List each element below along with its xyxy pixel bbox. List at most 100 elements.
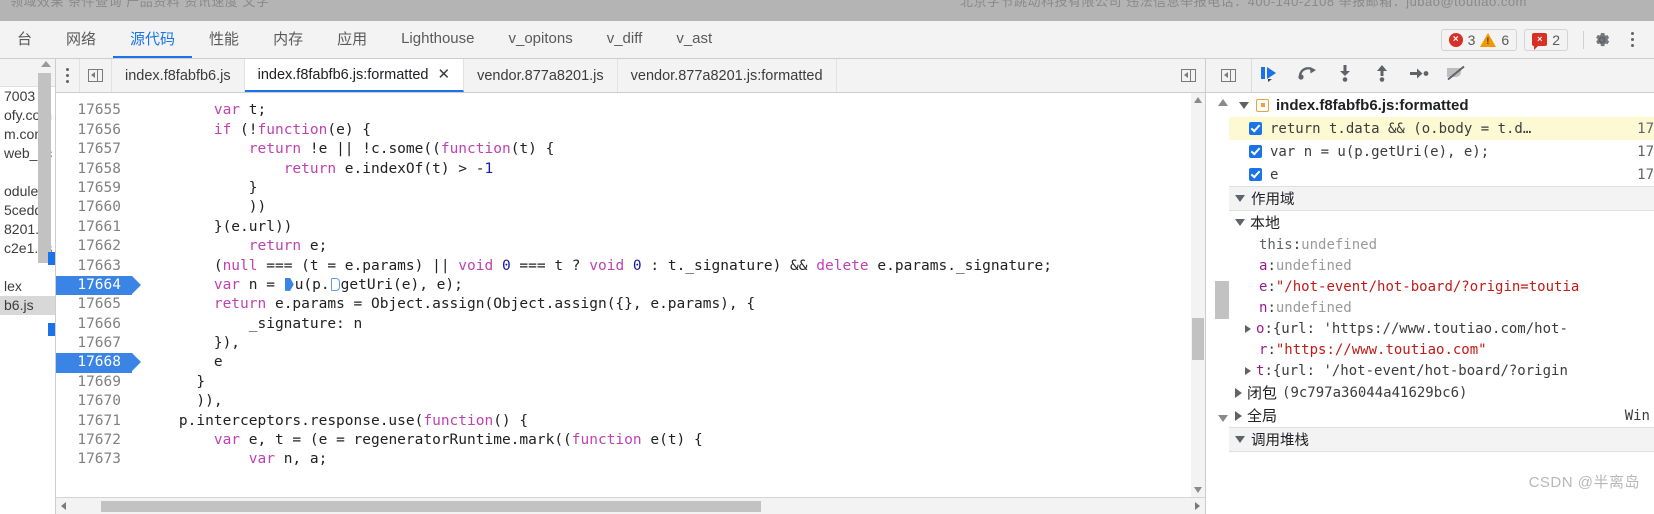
code-line[interactable]: 17655 var t; — [56, 101, 1205, 120]
scope-variable-row[interactable]: t: {url: '/hot-event/hot-board/?origin — [1229, 360, 1654, 381]
line-number[interactable]: 17657 — [56, 140, 132, 159]
breakpoint-checkbox[interactable] — [1249, 145, 1262, 158]
scope-local-row[interactable]: 本地 — [1229, 211, 1654, 234]
file-tabs-kebab-icon[interactable] — [56, 59, 80, 92]
chevron-down-icon[interactable] — [1235, 436, 1245, 443]
line-number[interactable]: 17660 — [56, 198, 132, 217]
navigator-item[interactable]: b6.js — [0, 296, 55, 315]
breakpoint-row[interactable]: var n = u(p.getUri(e), e); 17 — [1229, 140, 1654, 163]
line-number[interactable]: 17668 — [56, 353, 141, 373]
call-stack-section-header[interactable]: 调用堆栈 — [1229, 427, 1654, 452]
hscroll-thumb[interactable] — [101, 500, 761, 512]
breakpoint-file-row[interactable]: index.f8fabfb6.js:formatted — [1229, 93, 1654, 117]
scope-variable-row[interactable]: a: undefined — [1229, 255, 1654, 276]
line-number[interactable]: 17672 — [56, 431, 132, 450]
kebab-icon[interactable] — [1624, 32, 1640, 47]
line-number[interactable]: 17661 — [56, 218, 132, 237]
chevron-right-icon[interactable] — [1235, 387, 1242, 398]
code-line[interactable]: 17666 _signature: n — [56, 315, 1205, 334]
chevron-right-icon[interactable] — [1245, 324, 1251, 333]
editor-scroll-up-arrow[interactable] — [1194, 97, 1202, 103]
code-line[interactable]: 17673 var n, a; — [56, 450, 1205, 469]
issues-badge[interactable]: × 2 — [1524, 28, 1568, 51]
line-number[interactable]: 17666 — [56, 315, 132, 334]
step-into-button[interactable] — [1326, 59, 1363, 92]
code-line[interactable]: 17659 } — [56, 179, 1205, 198]
scope-closure-row[interactable]: 闭包 (9c797a36044a41629bc6) — [1229, 381, 1654, 404]
devtools-tab-8[interactable]: v_diff — [590, 21, 660, 58]
code-line[interactable]: 17669 } — [56, 373, 1205, 392]
hscroll-left-arrow[interactable] — [56, 502, 71, 510]
breakpoint-row[interactable]: e 17 — [1229, 163, 1654, 186]
devtools-tab-3[interactable]: 性能 — [192, 21, 256, 58]
devtools-tab-4[interactable]: 内存 — [256, 21, 320, 58]
line-number[interactable]: 17663 — [56, 257, 132, 276]
devtools-tab-9[interactable]: v_ast — [659, 21, 729, 58]
line-number[interactable]: 17671 — [56, 412, 132, 431]
deactivate-breakpoints-button[interactable] — [1437, 59, 1474, 92]
navigator-scroll-up-arrow[interactable] — [41, 61, 51, 67]
scope-variable-row[interactable]: r: "https://www.toutiao.com" — [1229, 339, 1654, 360]
file-tab[interactable]: vendor.877a8201.js — [464, 59, 618, 92]
breakpoint-row[interactable]: return t.data && (o.body = t.d… 17 — [1229, 117, 1654, 140]
line-number[interactable]: 17655 — [56, 101, 132, 120]
resume-button[interactable] — [1252, 59, 1289, 92]
scope-variable-row[interactable]: e: "/hot-event/hot-board/?origin=toutia — [1229, 276, 1654, 297]
line-number[interactable]: 17659 — [56, 179, 132, 198]
navigator-scrollbar[interactable] — [38, 73, 51, 263]
scope-global-row[interactable]: 全局 Win — [1229, 404, 1654, 427]
code-line[interactable]: 17665 return e.params = Object.assign(Ob… — [56, 295, 1205, 314]
scope-variable-row[interactable]: this: undefined — [1229, 234, 1654, 255]
gear-icon[interactable] — [1592, 30, 1612, 50]
devtools-tab-7[interactable]: v_opitons — [492, 21, 590, 58]
line-number[interactable]: 17670 — [56, 392, 132, 411]
code-line[interactable]: 17668 e — [56, 353, 1205, 373]
chevron-down-icon[interactable] — [1235, 195, 1245, 202]
show-navigator-button[interactable] — [80, 59, 112, 92]
line-number[interactable]: 17658 — [56, 160, 132, 179]
code-line[interactable]: 17667 }), — [56, 334, 1205, 353]
code-line[interactable]: 17672 var e, t = (e = regeneratorRuntime… — [56, 431, 1205, 450]
devtools-tab-5[interactable]: 应用 — [320, 21, 384, 58]
editor-scroll-down-arrow[interactable] — [1194, 487, 1202, 493]
code-line[interactable]: 17657 return !e || !c.some((function(t) … — [56, 140, 1205, 159]
chevron-down-icon[interactable] — [1239, 101, 1249, 109]
line-number[interactable]: 17667 — [56, 334, 132, 353]
code-line[interactable]: 17664 var n = u(p. getUri(e), e); — [56, 275, 1205, 296]
line-number[interactable]: 17673 — [56, 450, 132, 469]
line-number[interactable]: 17664 — [56, 275, 141, 296]
code-line[interactable]: 17662 return e; — [56, 237, 1205, 256]
show-debugger-button[interactable] — [1171, 59, 1205, 92]
step-over-button[interactable] — [1289, 59, 1326, 92]
line-number[interactable]: 17662 — [56, 237, 132, 256]
step-button[interactable] — [1400, 59, 1437, 92]
show-debugger-sidebar-button[interactable] — [1206, 59, 1252, 92]
scope-variable-row[interactable]: n: undefined — [1229, 297, 1654, 318]
breakpoint-checkbox[interactable] — [1249, 168, 1262, 181]
code-line[interactable]: 17661 }(e.url)) — [56, 218, 1205, 237]
line-number[interactable]: 17656 — [56, 121, 132, 140]
file-tab[interactable]: vendor.877a8201.js:formatted — [618, 59, 837, 92]
debugger-scroll-down-arrow[interactable] — [1218, 415, 1228, 422]
file-tab[interactable]: index.f8fabfb6.js — [112, 59, 245, 92]
code-line[interactable]: 17660 )) — [56, 198, 1205, 217]
scope-section-header[interactable]: 作用域 — [1229, 186, 1654, 211]
code-line[interactable]: 17670 )), — [56, 392, 1205, 411]
editor-horizontal-scrollbar[interactable] — [56, 497, 1205, 514]
editor-scroll-thumb[interactable] — [1192, 318, 1204, 360]
console-counts-badge[interactable]: × 3 6 — [1440, 28, 1518, 51]
chevron-right-icon[interactable] — [1245, 366, 1251, 375]
hscroll-right-arrow[interactable] — [1190, 502, 1205, 510]
line-number[interactable]: 17665 — [56, 295, 132, 314]
code-line[interactable]: 17663 (null === (t = e.params) || void 0… — [56, 257, 1205, 276]
step-out-button[interactable] — [1363, 59, 1400, 92]
step-marker-icon[interactable] — [284, 277, 294, 291]
devtools-tab-0[interactable]: 台 — [0, 21, 49, 58]
close-icon[interactable]: ✕ — [438, 67, 451, 82]
file-tab[interactable]: index.f8fabfb6.js:formatted ✕ — [244, 59, 465, 92]
line-number[interactable]: 17669 — [56, 373, 132, 392]
debugger-scroll-up-arrow[interactable] — [1218, 99, 1228, 106]
devtools-tab-2[interactable]: 源代码 — [113, 21, 193, 58]
code-line[interactable]: 17658 return e.indexOf(t) > -1 — [56, 160, 1205, 179]
step-marker-icon[interactable] — [330, 277, 340, 291]
